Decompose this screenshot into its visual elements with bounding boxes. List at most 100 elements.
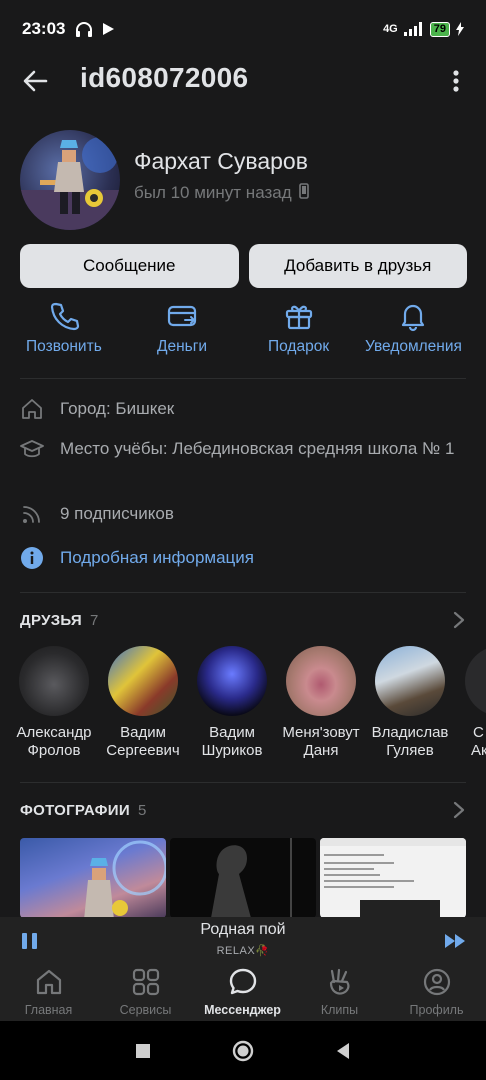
tab-messenger-label: Мессенджер	[204, 1003, 281, 1017]
profile-buttons: Сообщение Добавить в друзья	[20, 244, 467, 288]
avatar-image	[20, 137, 120, 230]
profile-name: Фархат Суваров	[134, 148, 308, 174]
status-bar: 23:03 4G 79	[0, 0, 486, 58]
page-title: id608072006	[80, 62, 249, 93]
photos-header[interactable]: ФОТОГРАФИИ 5	[20, 800, 466, 820]
top-bar: id608072006	[0, 58, 486, 104]
services-icon	[132, 968, 159, 996]
home-button-icon[interactable]	[232, 1040, 254, 1062]
friend-first-name: С	[473, 724, 484, 741]
money-action[interactable]: Деньги	[157, 300, 207, 356]
photo-thumbnail[interactable]	[20, 838, 166, 918]
info-icon	[21, 547, 43, 569]
messenger-icon	[229, 968, 256, 995]
status-icons: 4G 79	[383, 21, 464, 37]
status-time: 23:03	[22, 19, 66, 38]
system-nav-bar	[0, 1021, 486, 1080]
friend-avatar	[19, 646, 89, 716]
more-options-icon[interactable]	[446, 66, 466, 96]
friend-last-name: Ак	[471, 742, 486, 759]
tab-home[interactable]: Главная	[0, 965, 97, 1021]
photo-image	[211, 838, 292, 918]
track-artist: RELAX🥀	[216, 945, 270, 957]
photo-image	[320, 838, 466, 918]
tab-clips[interactable]: Клипы	[291, 965, 388, 1021]
tab-messenger[interactable]: Мессенджер	[194, 965, 291, 1021]
friend-first-name: Вадим	[120, 724, 166, 741]
notifications-label: Уведомления	[365, 338, 462, 355]
friend-avatar	[465, 646, 486, 716]
music-player[interactable]: Родная пой RELAX🥀	[0, 917, 486, 965]
add-friend-button[interactable]: Добавить в друзья	[248, 244, 467, 288]
followers-text: 9 подписчиков	[60, 504, 174, 523]
friends-title: ДРУЗЬЯ	[20, 611, 83, 629]
tab-home-label: Главная	[24, 1003, 73, 1017]
friend-first-name: Меня'зовут	[282, 724, 360, 741]
gift-action[interactable]: Подарок	[268, 300, 329, 356]
photo-thumbnail[interactable]	[320, 838, 466, 918]
mobile-phone-icon	[299, 183, 310, 199]
tab-services[interactable]: Сервисы	[97, 965, 194, 1021]
tab-profile-label: Профиль	[409, 1003, 464, 1017]
friend-last-name: Фролов	[27, 742, 81, 759]
followers-row[interactable]: 9 подписчиков	[20, 502, 466, 526]
details-link-row[interactable]: Подробная информация	[20, 546, 466, 570]
headphones-icon	[76, 22, 93, 37]
friend-item[interactable]: Меня'зовут Даня	[271, 646, 371, 760]
gift-label: Подарок	[268, 338, 330, 355]
friend-first-name: Александр	[16, 724, 92, 741]
friends-list: Александр Фролов Вадим Сергеевич Вадим Ш…	[0, 646, 486, 766]
back-triangle-icon[interactable]	[332, 1040, 354, 1062]
money-label: Деньги	[157, 338, 208, 355]
notifications-action[interactable]: Уведомления	[365, 300, 462, 356]
chevron-right-icon	[453, 801, 465, 819]
friend-last-name: Даня	[303, 742, 339, 759]
friend-item[interactable]: Вадим Сергеевич	[93, 646, 193, 760]
friend-item[interactable]: Александр Фролов	[4, 646, 104, 760]
city-row: Город: Бишкек	[20, 397, 466, 421]
friends-header[interactable]: ДРУЗЬЯ 7	[20, 610, 466, 630]
recents-icon[interactable]	[132, 1040, 154, 1062]
bottom-tab-bar: Главная Сервисы Мессенджер Клипы Профиль	[0, 965, 486, 1021]
divider	[20, 592, 466, 593]
battery-level: 79	[429, 21, 450, 37]
back-arrow-icon[interactable]	[20, 66, 50, 96]
friend-first-name: Владислав	[371, 724, 449, 741]
message-button[interactable]: Сообщение	[20, 244, 239, 288]
graduation-cap-icon	[20, 440, 44, 458]
play-status-icon	[103, 23, 115, 35]
call-action[interactable]: Позвонить	[26, 300, 102, 356]
money-transfer-icon	[167, 305, 197, 327]
photo-image	[84, 840, 166, 918]
photos-strip	[20, 838, 486, 918]
photo-thumbnail[interactable]	[170, 838, 316, 918]
friend-avatar	[286, 646, 356, 716]
charging-icon	[456, 22, 464, 36]
divider	[20, 782, 466, 783]
profile-avatar[interactable]	[20, 130, 120, 230]
gift-icon	[285, 305, 312, 330]
details-link[interactable]: Подробная информация	[60, 546, 254, 570]
signal-icon	[403, 22, 422, 36]
friend-item[interactable]: С Ак	[449, 646, 486, 760]
friend-last-name: Гуляев	[386, 742, 434, 759]
friend-last-name: Сергеевич	[106, 742, 180, 759]
friend-avatar	[197, 646, 267, 716]
next-track-icon[interactable]	[444, 931, 468, 951]
followers-icon	[23, 506, 40, 523]
tab-clips-label: Клипы	[320, 1003, 359, 1017]
home-outline-icon	[22, 399, 42, 419]
education-row: Место учёбы: Лебединовская средняя школа…	[20, 437, 466, 461]
home-icon	[36, 969, 61, 995]
friend-avatar	[108, 646, 178, 716]
tab-profile[interactable]: Профиль	[388, 965, 485, 1021]
friend-item[interactable]: Владислав Гуляев	[360, 646, 460, 760]
clips-icon	[329, 968, 349, 995]
divider	[20, 378, 466, 379]
friend-item[interactable]: Вадим Шуриков	[182, 646, 282, 760]
friends-count: 7	[90, 611, 99, 629]
city-text: Город: Бишкек	[60, 399, 175, 418]
friend-avatar	[375, 646, 445, 716]
track-title: Родная пой	[200, 921, 286, 938]
call-label: Позвонить	[26, 338, 102, 355]
